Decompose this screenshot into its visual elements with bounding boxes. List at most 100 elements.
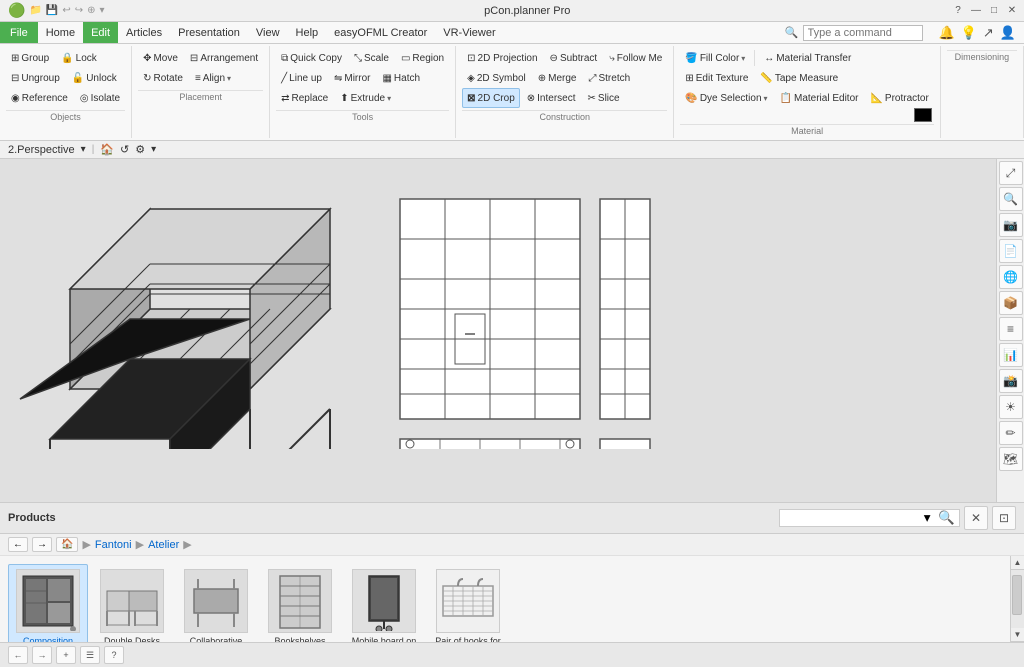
reference-button[interactable]: ◉ Reference (6, 88, 73, 108)
2d-projection-button[interactable]: ⊡ 2D Projection (462, 48, 542, 68)
menu-edit[interactable]: Edit (83, 22, 118, 43)
sun-button[interactable]: ☀ (999, 395, 1023, 419)
menu-view[interactable]: View (248, 22, 288, 43)
align-icon: ≡ (195, 73, 201, 84)
menu-articles[interactable]: Articles (118, 22, 170, 43)
rotate-button[interactable]: ↻ Rotate (138, 68, 188, 88)
move-button[interactable]: ✥ Move (138, 48, 183, 68)
stretch-button[interactable]: ⤢ Stretch (583, 68, 635, 88)
product-bookshelves[interactable]: Bookshelves (260, 564, 340, 642)
material-editor-button[interactable]: 📋 Material Editor (775, 88, 864, 108)
menu-easyofml[interactable]: easyOFML Creator (326, 22, 435, 43)
2d-crop-button[interactable]: ⊠ 2D Crop (462, 88, 520, 108)
ungroup-button[interactable]: ⊟ Ungroup (6, 68, 65, 88)
map-button[interactable]: 🗺 (999, 447, 1023, 471)
pencil-button[interactable]: ✏ (999, 421, 1023, 445)
follow-me-button[interactable]: ⤷ Follow Me (604, 48, 667, 68)
2d-symbol-button[interactable]: ◈ 2D Symbol (462, 68, 531, 88)
products-search-input[interactable] (780, 510, 920, 526)
protractor-button[interactable]: 📐 Protractor (865, 88, 933, 108)
products-detach-button[interactable]: ⊡ (992, 506, 1016, 530)
product-collaborative-tables[interactable]: Collaborative tables (176, 564, 256, 642)
scale-button[interactable]: ⤡ Scale (349, 48, 394, 68)
breadcrumb-sep-1: ▶ (136, 538, 144, 551)
menu-vr[interactable]: VR-Viewer (435, 22, 503, 43)
viewport-home-icon[interactable]: 🏠 (100, 143, 114, 156)
products-scrollbar[interactable]: ▲ ▼ (1010, 556, 1024, 642)
mirror-button[interactable]: ⇋ Mirror (329, 68, 376, 88)
menu-file[interactable]: File (0, 22, 38, 43)
intersect-button[interactable]: ⊗ Intersect (522, 88, 581, 108)
viewport-right-toolbar: ⤢ 🔍 📷 📄 🌐 📦 ≡ 📊 📸 ☀ ✏ 🗺 (996, 159, 1024, 502)
viewport-canvas[interactable]: ⤢ 🔍 📷 📄 🌐 📦 ≡ 📊 📸 ☀ ✏ 🗺 (0, 159, 1024, 502)
product-mobile-board[interactable]: Mobile board on casters with middle pinn… (344, 564, 424, 642)
maximize-btn[interactable]: □ (986, 3, 1002, 19)
products-search-button[interactable]: ▾ (920, 510, 935, 526)
menu-presentation[interactable]: Presentation (170, 22, 248, 43)
color-swatch[interactable] (914, 108, 932, 122)
lock-button[interactable]: 🔒 Lock (56, 48, 102, 68)
scroll-thumb[interactable] (1012, 575, 1022, 615)
menu-home[interactable]: Home (38, 22, 83, 43)
extrude-button[interactable]: ⬆ Extrude ▾ (335, 88, 396, 108)
products-close-button[interactable]: ✕ (964, 506, 988, 530)
slice-button[interactable]: ✂ Slice (583, 88, 625, 108)
breadcrumb-fantoni[interactable]: Fantoni (95, 539, 132, 551)
scroll-down-arrow[interactable]: ▼ (1011, 628, 1024, 642)
products-content: Composition ✎ ℹ (0, 556, 1024, 642)
isolate-button[interactable]: ◎ Isolate (75, 88, 125, 108)
document-button[interactable]: 📄 (999, 239, 1023, 263)
product-double-desks[interactable]: Double Desks (92, 564, 172, 642)
products-home-button[interactable]: 🏠 (56, 537, 78, 552)
camera-button[interactable]: 📷 (999, 213, 1023, 237)
products-bottom-back-button[interactable]: ← (8, 646, 28, 664)
help-btn[interactable]: ? (950, 3, 966, 19)
render-button[interactable]: 📸 (999, 369, 1023, 393)
share-icon[interactable]: ↗ (983, 25, 994, 41)
breadcrumb-atelier[interactable]: Atelier (148, 539, 179, 551)
lightbulb-icon[interactable]: 💡 (961, 25, 977, 41)
line-up-button[interactable]: ╱ Line up (276, 68, 327, 88)
box-button[interactable]: 📦 (999, 291, 1023, 315)
fill-color-button[interactable]: 🪣 Fill Color ▾ (680, 48, 750, 68)
zoom-extents-button[interactable]: ⤢ (999, 161, 1023, 185)
scroll-up-arrow[interactable]: ▲ (1011, 556, 1024, 570)
product-pair-of-hooks[interactable]: Pair of hooks for pinboard (428, 564, 508, 642)
subtract-button[interactable]: ⊖ Subtract (545, 48, 603, 68)
unlock-button[interactable]: 🔓 Unlock (67, 68, 122, 88)
dye-selection-button[interactable]: 🎨 Dye Selection ▾ (680, 88, 772, 108)
align-button[interactable]: ≡ Align ▾ (190, 68, 236, 88)
viewport-more-icon[interactable]: ▾ (151, 144, 156, 155)
ribbon-group-material: 🪣 Fill Color ▾ ↔ Material Transfer ⊞ Edi… (674, 46, 940, 138)
notification-icon[interactable]: 🔔 (939, 25, 955, 41)
globe-button[interactable]: 🌐 (999, 265, 1023, 289)
menu-help[interactable]: Help (288, 22, 327, 43)
hatch-button[interactable]: ▦ Hatch (377, 68, 425, 88)
products-add-button[interactable]: + (56, 646, 76, 664)
products-list-view-button[interactable]: ☰ (80, 646, 100, 664)
region-button[interactable]: ▭ Region (396, 48, 449, 68)
quick-copy-button[interactable]: ⧉ Quick Copy (276, 48, 347, 68)
edit-texture-button[interactable]: ⊞ Edit Texture (680, 68, 753, 88)
replace-button[interactable]: ⇄ Replace (276, 88, 333, 108)
command-search[interactable] (803, 25, 923, 41)
layers-button[interactable]: ≡ (999, 317, 1023, 341)
products-forward-button[interactable]: → (32, 537, 52, 552)
product-composition[interactable]: Composition ✎ ℹ (8, 564, 88, 642)
products-search-go-button[interactable]: 🔍 (934, 510, 959, 526)
chart-button[interactable]: 📊 (999, 343, 1023, 367)
viewport-reset-icon[interactable]: ↺ (120, 143, 129, 156)
material-transfer-button[interactable]: ↔ Material Transfer (759, 48, 856, 68)
viewport-settings-icon[interactable]: ⚙ (135, 143, 145, 156)
products-bottom-forward-button[interactable]: → (32, 646, 52, 664)
group-button[interactable]: ⊞ Group (6, 48, 54, 68)
user-icon[interactable]: 👤 (1000, 25, 1016, 41)
products-back-button[interactable]: ← (8, 537, 28, 552)
tape-measure-button[interactable]: 📏 Tape Measure (755, 68, 843, 88)
zoom-in-button[interactable]: 🔍 (999, 187, 1023, 211)
merge-button[interactable]: ⊕ Merge (533, 68, 582, 88)
arrangement-button[interactable]: ⊟ Arrangement (185, 48, 263, 68)
minimize-btn[interactable]: — (968, 3, 984, 19)
close-btn[interactable]: ✕ (1004, 3, 1020, 19)
products-help-bottom-button[interactable]: ? (104, 646, 124, 664)
